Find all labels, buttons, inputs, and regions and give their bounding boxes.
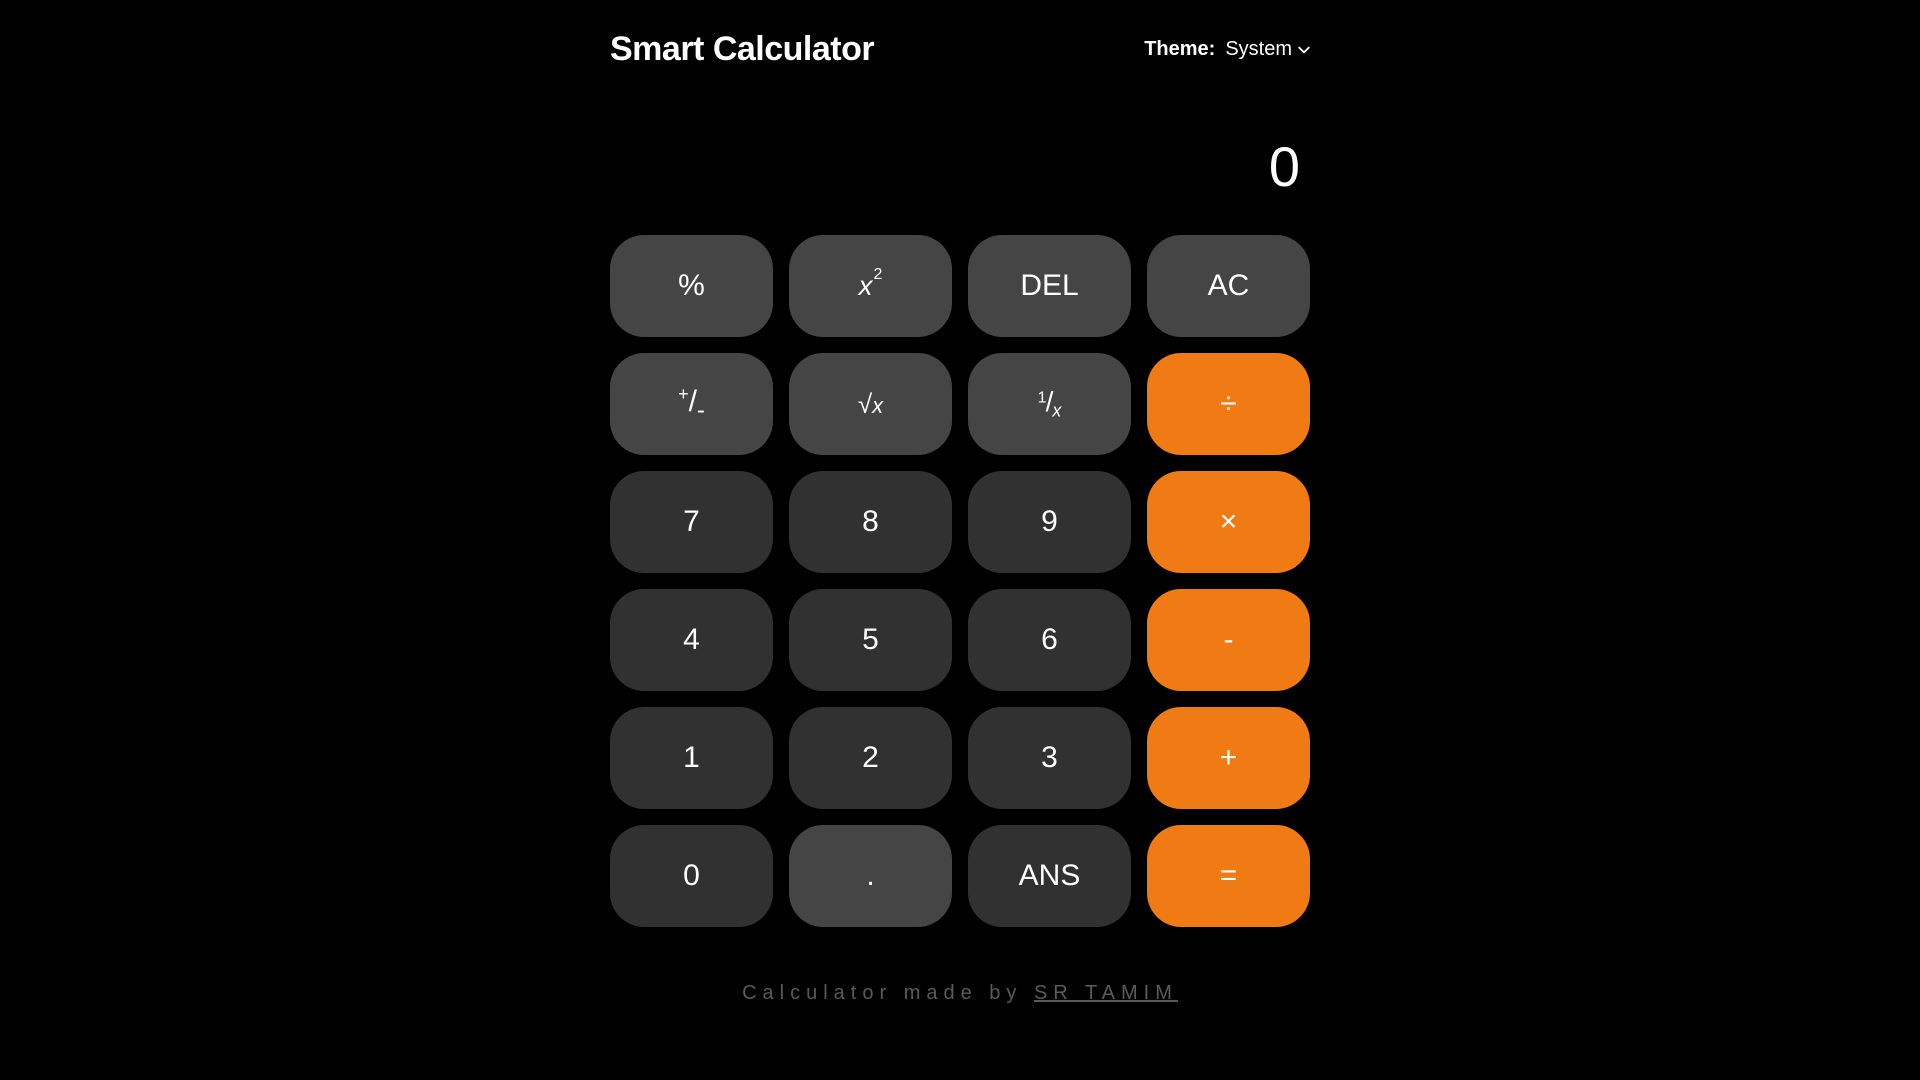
- digit-7-button[interactable]: 7: [610, 471, 773, 573]
- reciprocal-button[interactable]: 1/x: [968, 353, 1131, 455]
- app-title: Smart Calculator: [610, 30, 874, 69]
- digit-9-button[interactable]: 9: [968, 471, 1131, 573]
- sqrt-button[interactable]: √x: [789, 353, 952, 455]
- chevron-down-icon: [1298, 44, 1310, 56]
- digit-6-button[interactable]: 6: [968, 589, 1131, 691]
- minus-button[interactable]: -: [1147, 589, 1310, 691]
- percent-button[interactable]: %: [610, 235, 773, 337]
- display-area: 0: [610, 139, 1310, 235]
- footer-text: Calculator made by: [742, 982, 1034, 1004]
- plus-button[interactable]: +: [1147, 707, 1310, 809]
- theme-select[interactable]: System: [1225, 38, 1310, 61]
- multiply-button[interactable]: ×: [1147, 471, 1310, 573]
- divide-button[interactable]: ÷: [1147, 353, 1310, 455]
- delete-button[interactable]: DEL: [968, 235, 1131, 337]
- digit-4-button[interactable]: 4: [610, 589, 773, 691]
- author-link[interactable]: SR TAMIM: [1034, 982, 1178, 1004]
- digit-8-button[interactable]: 8: [789, 471, 952, 573]
- theme-selector-wrap: Theme: System: [1144, 38, 1310, 61]
- digit-3-button[interactable]: 3: [968, 707, 1131, 809]
- theme-label: Theme:: [1144, 38, 1215, 61]
- display-value: 0: [610, 139, 1300, 195]
- plus-minus-button[interactable]: +/-: [610, 353, 773, 455]
- theme-selected-value: System: [1225, 38, 1292, 61]
- square-button[interactable]: x2: [789, 235, 952, 337]
- keypad: % x2 DEL AC +/- √x 1/x ÷ 7 8 9 × 4 5 6 -…: [610, 235, 1310, 927]
- equals-button[interactable]: =: [1147, 825, 1310, 927]
- decimal-button[interactable]: .: [789, 825, 952, 927]
- digit-2-button[interactable]: 2: [789, 707, 952, 809]
- digit-5-button[interactable]: 5: [789, 589, 952, 691]
- all-clear-button[interactable]: AC: [1147, 235, 1310, 337]
- footer: Calculator made by SR TAMIM: [610, 982, 1310, 1005]
- ans-button[interactable]: ANS: [968, 825, 1131, 927]
- header: Smart Calculator Theme: System: [610, 30, 1310, 69]
- digit-1-button[interactable]: 1: [610, 707, 773, 809]
- digit-0-button[interactable]: 0: [610, 825, 773, 927]
